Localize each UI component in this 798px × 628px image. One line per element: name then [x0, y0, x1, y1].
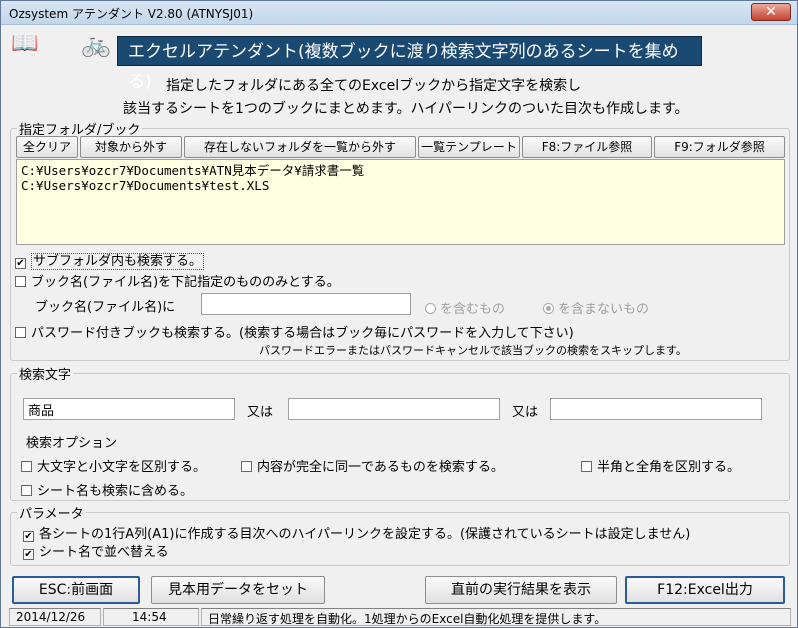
description-line-1: 指定したフォルダにある全てのExcelブックから指定文字を検索し [166, 78, 582, 94]
status-bar: 2014/12/26 14:54 日常繰り返す処理を自動化。1処理からのExce… [3, 608, 795, 626]
search-term-2-input[interactable] [288, 398, 500, 420]
contains-label: を含むもの [440, 302, 506, 317]
book-name-field-label: ブック名(ファイル名)に [35, 300, 176, 315]
status-message: 日常繰り返す処理を自動化。1処理からのExcel自動化処理を提供します。 [201, 608, 791, 626]
hyperlink-checkbox[interactable]: ✔ 各シートの1行A列(A1)に作成する目次へのハイパーリンクを設定する。(保護さ… [23, 523, 690, 542]
sheet-name-search-label: シート名も検索に含める。 [37, 484, 194, 499]
esc-back-button[interactable]: ESC:前画面 [12, 576, 140, 604]
book-name-input[interactable] [201, 293, 411, 315]
subfolder-checkbox[interactable]: ✔ サブフォルダ内も検索する。 [15, 250, 205, 270]
clear-all-button[interactable]: 全クリア [16, 136, 78, 158]
checkbox-empty [15, 327, 26, 338]
password-note: パスワードエラーまたはパスワードキャンセルで該当ブックの検索をスキップします。 [259, 344, 687, 357]
excel-output-button[interactable]: F12:Excel出力 [625, 576, 785, 604]
exact-match-label: 内容が完全に同一であるものを検索する。 [257, 460, 504, 475]
subfolder-label: サブフォルダ内も検索する。 [31, 253, 205, 270]
remove-target-button[interactable]: 対象から外す [80, 136, 182, 158]
password-checkbox[interactable]: パスワード付きブックも検索する。(検索する場合はブック毎にパスワードを入力して下… [15, 322, 574, 341]
file-browse-button[interactable]: F8:ファイル参照 [522, 136, 652, 158]
checkbox-empty [241, 461, 252, 472]
sort-sheets-label: シート名で並べ替える [39, 545, 169, 560]
not-contains-label: を含まないもの [558, 302, 650, 317]
close-button[interactable]: ✕ [751, 3, 791, 21]
checkbox-check-icon: ✔ [15, 258, 26, 269]
contains-radio[interactable]: を含むもの [425, 298, 505, 317]
list-template-button[interactable]: 一覧テンプレート [418, 136, 520, 158]
set-sample-data-button[interactable]: 見本用データをセット [151, 576, 325, 604]
title-bar[interactable]: Ozsystem アテンダント V2.80 (ATNYSJ01) ✕ [1, 1, 797, 25]
remove-missing-button[interactable]: 存在しないフォルダを一覧から外す [184, 136, 416, 158]
description-line-2: 該当するシートを1つのブックにまとめます。ハイパーリンクのついた目次も作成します… [123, 101, 689, 117]
show-last-result-button[interactable]: 直前の実行結果を表示 [425, 576, 617, 604]
window-title: Ozsystem アテンダント V2.80 (ATNYSJ01) [9, 7, 254, 21]
checkbox-empty [21, 485, 32, 496]
folder-list-item[interactable]: C:¥Users¥ozcr7¥Documents¥ATN見本データ¥請求書一覧 [21, 163, 780, 178]
case-sensitive-label: 大文字と小文字を区別する。 [37, 460, 207, 475]
sheet-name-search-checkbox[interactable]: シート名も検索に含める。 [21, 480, 193, 499]
password-label: パスワード付きブックも検索する。(検索する場合はブック毎にパスワードを入力して下… [31, 326, 574, 341]
status-time: 14:54 [103, 608, 199, 626]
bicycle-icon: 🚲 [81, 30, 111, 58]
book-name-only-checkbox[interactable]: ブック名(ファイル名)を下記指定のもののみとする。 [15, 271, 340, 290]
radio-off [425, 303, 436, 314]
app-window: Ozsystem アテンダント V2.80 (ATNYSJ01) ✕ 📖 🚲 エ… [0, 0, 798, 628]
or-label-2: 又は [512, 405, 539, 420]
checkbox-empty [581, 461, 592, 472]
folder-list[interactable]: C:¥Users¥ozcr7¥Documents¥ATN見本データ¥請求書一覧 … [16, 159, 785, 245]
exact-match-checkbox[interactable]: 内容が完全に同一であるものを検索する。 [241, 456, 504, 475]
book-name-only-label: ブック名(ファイル名)を下記指定のもののみとする。 [31, 275, 340, 290]
search-term-1-input[interactable] [23, 398, 235, 420]
parameter-group-label: パラメータ [17, 503, 86, 522]
folder-browse-button[interactable]: F9:フォルダ参照 [654, 136, 785, 158]
case-sensitive-checkbox[interactable]: 大文字と小文字を区別する。 [21, 456, 206, 475]
or-label-1: 又は [247, 405, 274, 420]
checkbox-empty [15, 276, 26, 287]
checkbox-empty [21, 461, 32, 472]
width-sensitive-label: 半角と全角を区別する。 [597, 460, 741, 475]
folder-list-item[interactable]: C:¥Users¥ozcr7¥Documents¥test.XLS [21, 178, 780, 193]
search-term-3-input[interactable] [550, 398, 762, 420]
width-sensitive-checkbox[interactable]: 半角と全角を区別する。 [581, 456, 740, 475]
app-banner: エクセルアテンダント(複数ブックに渡り検索文字列のあるシートを集める) [117, 36, 702, 92]
search-options-label: 検索オプション [26, 436, 118, 451]
checkbox-check-icon: ✔ [23, 549, 34, 560]
radio-on [543, 303, 554, 314]
search-group-label: 検索文字 [17, 364, 74, 383]
book-icon[interactable]: 📖 [11, 31, 38, 56]
not-contains-radio[interactable]: を含まないもの [543, 298, 649, 317]
sort-sheets-checkbox[interactable]: ✔ シート名で並べ替える [23, 541, 169, 560]
status-date: 2014/12/26 [9, 608, 101, 626]
hyperlink-label: 各シートの1行A列(A1)に作成する目次へのハイパーリンクを設定する。(保護され… [39, 527, 691, 542]
